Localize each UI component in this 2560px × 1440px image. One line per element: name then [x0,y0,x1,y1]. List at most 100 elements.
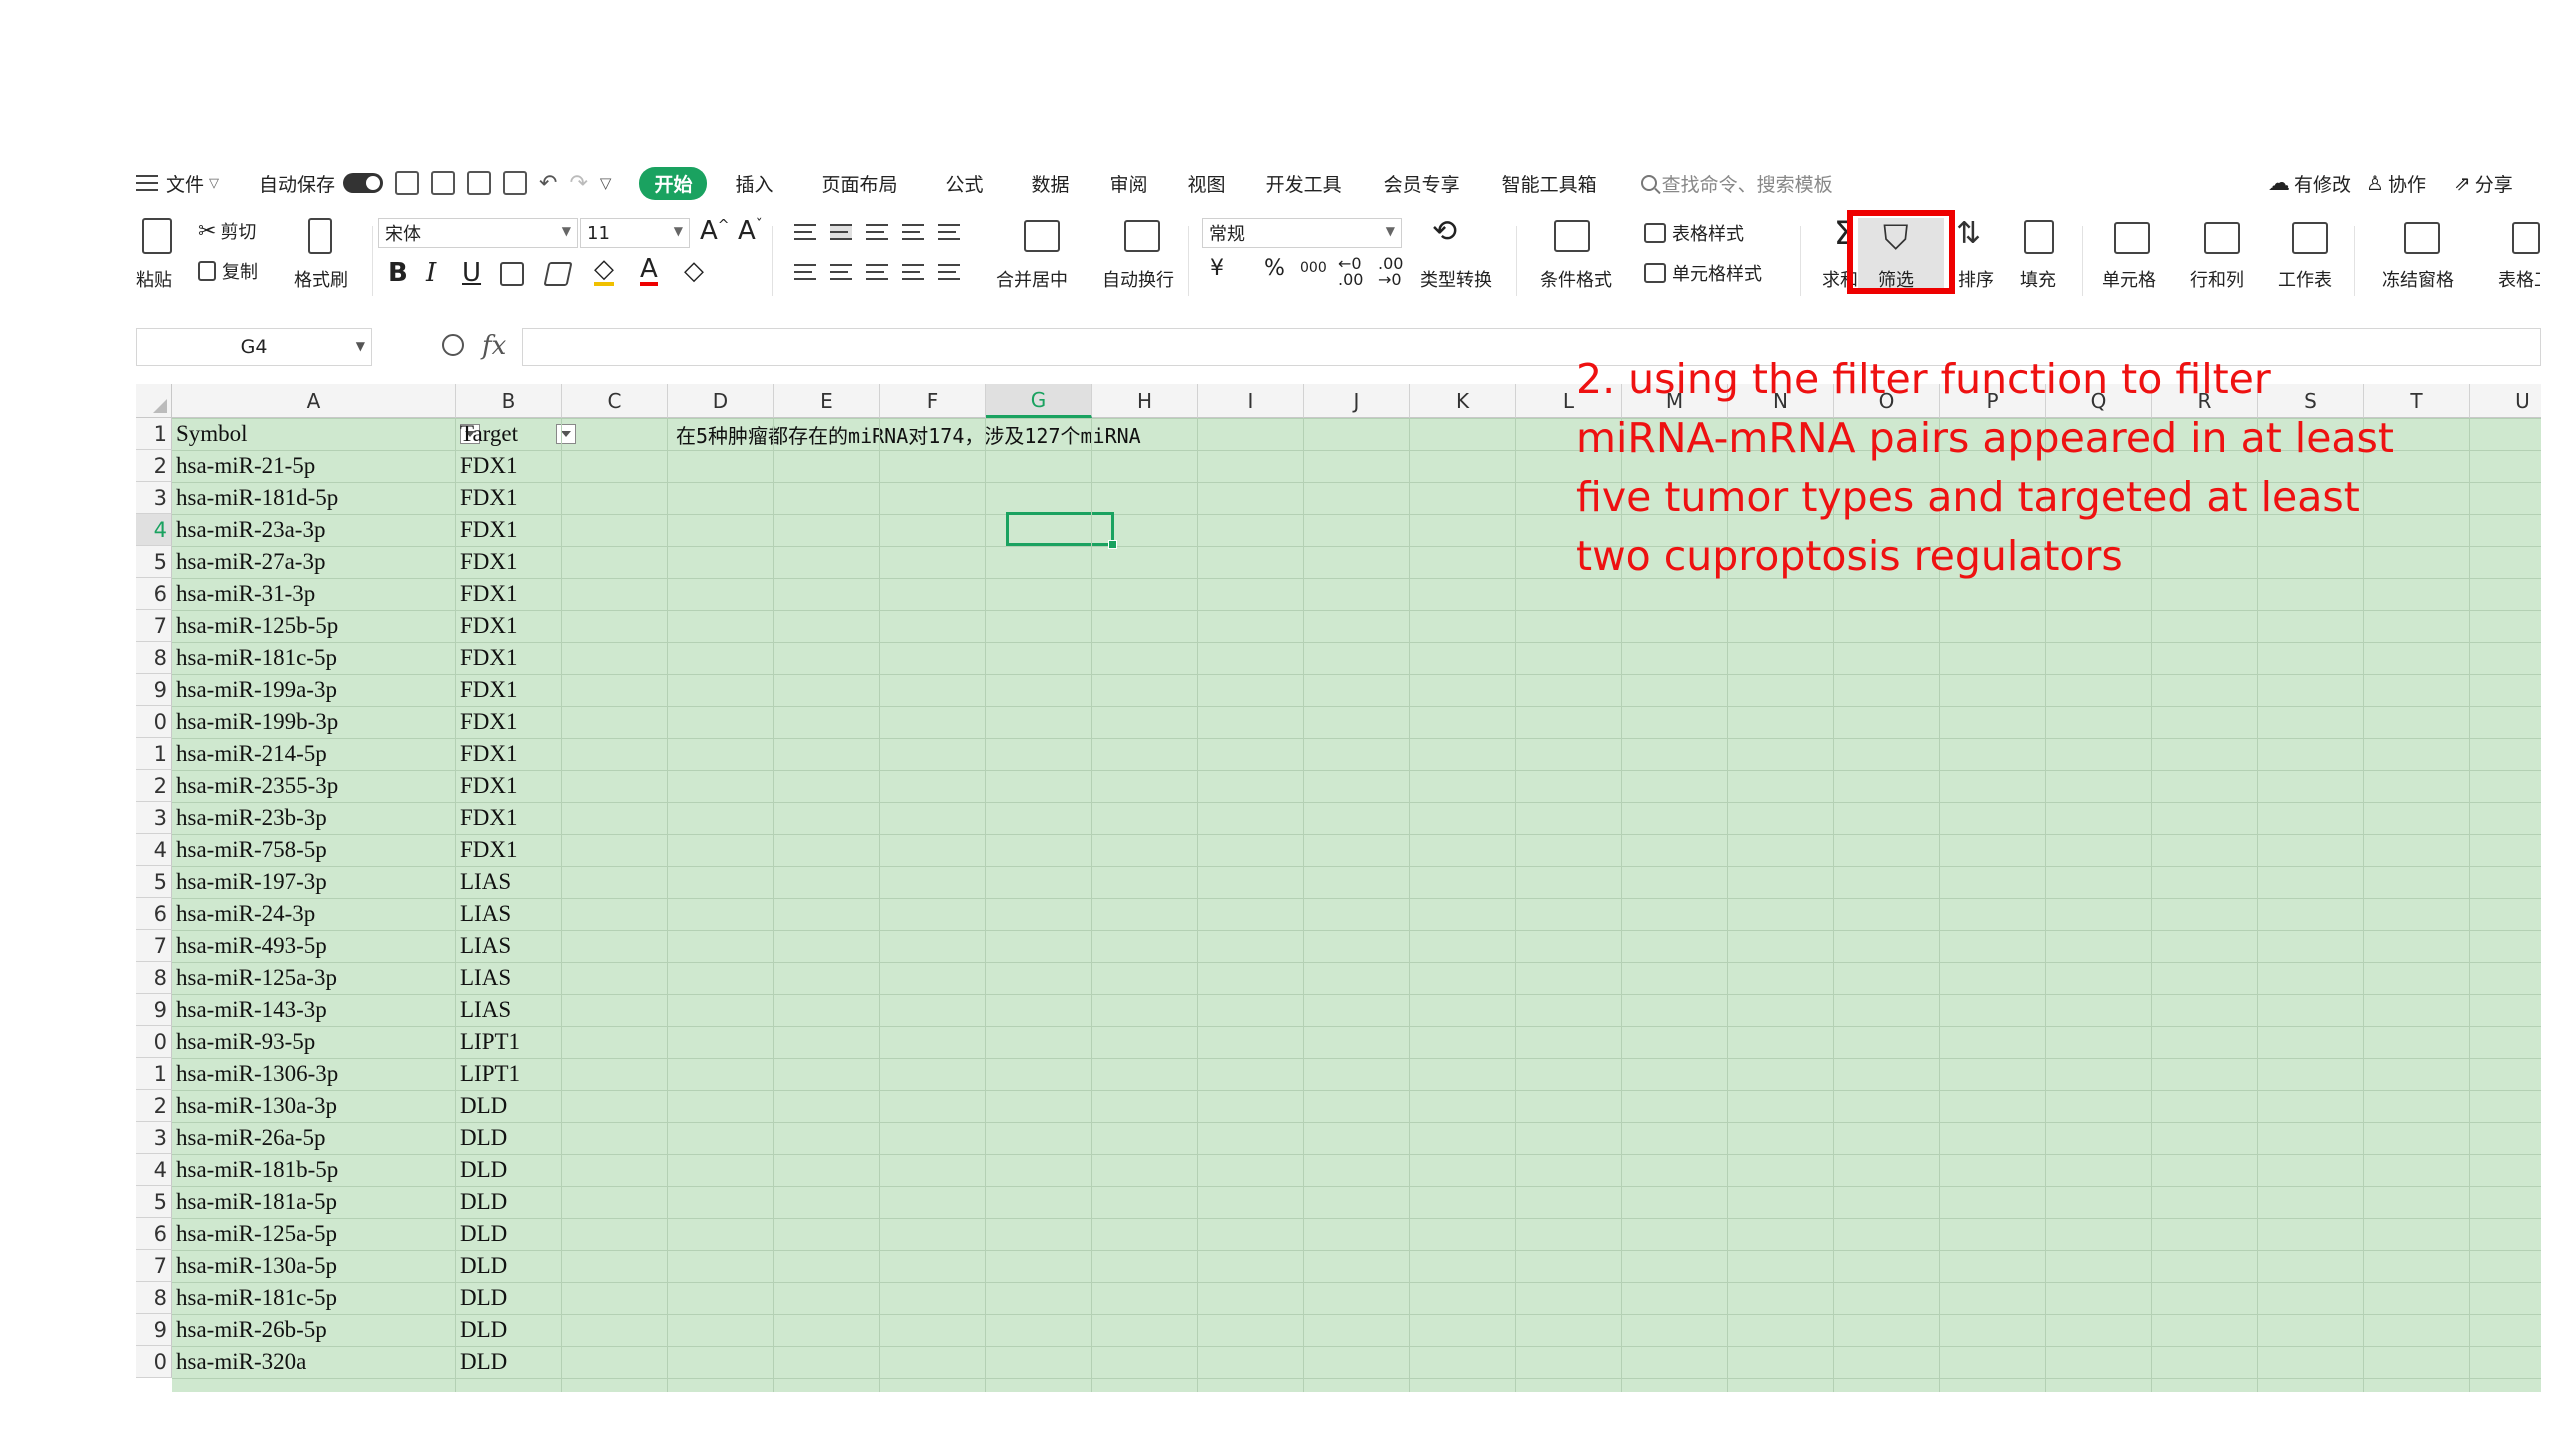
cell-symbol[interactable]: hsa-miR-199b-3p [172,706,338,738]
row-header[interactable]: 6 [136,1218,172,1250]
cell-symbol[interactable]: hsa-miR-27a-3p [172,546,325,578]
row-header[interactable]: 1 [136,1058,172,1090]
filter-dropdown-icon[interactable] [556,424,576,444]
row-header[interactable]: 6 [136,578,172,610]
cell-symbol[interactable]: hsa-miR-181d-5p [172,482,338,514]
table-tools-icon[interactable] [2512,222,2540,254]
cell-target[interactable]: LIPT1 [456,1026,520,1058]
cell-target[interactable]: FDX1 [456,802,518,834]
row-header[interactable]: 8 [136,1282,172,1314]
align-top-icon[interactable] [794,224,816,240]
redo-icon[interactable]: ↷ [569,171,587,196]
distribute-icon[interactable] [938,264,960,280]
row-header[interactable]: 1 [136,738,172,770]
align-right-icon[interactable] [866,264,888,280]
cell-symbol[interactable]: hsa-miR-143-3p [172,994,327,1026]
cell-symbol[interactable]: hsa-miR-214-5p [172,738,327,770]
select-all-corner[interactable] [136,384,172,418]
print-icon[interactable] [467,171,492,195]
borders-icon[interactable] [500,262,524,286]
row-header[interactable]: 8 [136,642,172,674]
row-header[interactable]: 2 [136,1090,172,1122]
align-bottom-icon[interactable] [866,224,888,240]
font-color-icon[interactable]: A [640,256,658,286]
row-header[interactable]: 9 [136,674,172,706]
tab-view[interactable]: 视图 [1188,170,1226,197]
cell-shading-icon[interactable] [543,262,573,286]
format-painter-label[interactable]: 格式刷 [294,266,348,292]
conditional-format-label[interactable]: 条件格式 [1540,266,1612,292]
row-header[interactable]: 5 [136,546,172,578]
worksheet-icon[interactable] [2292,222,2328,254]
copy-button[interactable]: 复制 [198,258,258,284]
cell-target[interactable]: FDX1 [456,578,518,610]
cell-target[interactable]: FDX1 [456,770,518,802]
column-header-i[interactable]: I [1198,384,1304,418]
increase-decimal-icon[interactable]: ←0.00 [1338,256,1363,288]
cell-target[interactable]: DLD [456,1154,507,1186]
row-header[interactable]: 9 [136,1314,172,1346]
column-header-a[interactable]: A [172,384,456,418]
row-header[interactable]: 5 [136,1186,172,1218]
row-header[interactable]: 0 [136,1026,172,1058]
wrap-text-label[interactable]: 自动换行 [1102,266,1174,292]
cell-symbol[interactable]: hsa-miR-125a-5p [172,1218,337,1250]
cell-target[interactable]: FDX1 [456,546,518,578]
cell-target[interactable]: DLD [456,1122,507,1154]
cell-symbol[interactable]: hsa-miR-21-5p [172,450,315,482]
row-header[interactable]: 3 [136,802,172,834]
tab-formulas[interactable]: 公式 [946,170,984,197]
cell-target[interactable]: DLD [456,1186,507,1218]
vertical-align-group[interactable] [794,224,974,240]
cell-symbol[interactable]: hsa-miR-2355-3p [172,770,338,802]
cell-symbol[interactable]: hsa-miR-26b-5p [172,1314,327,1346]
sort-label[interactable]: 排序 [1958,266,1994,292]
cell-symbol[interactable]: hsa-miR-24-3p [172,898,315,930]
type-convert-icon[interactable]: ⟲ [1432,214,1457,249]
cell-style-button[interactable]: 单元格样式 [1644,260,1762,286]
row-header[interactable]: 4 [136,834,172,866]
row-header[interactable]: 1 [136,418,172,450]
row-header[interactable]: 7 [136,1250,172,1282]
row-header[interactable]: 4 [136,1154,172,1186]
cell-symbol[interactable]: hsa-miR-181c-5p [172,1282,337,1314]
row-header[interactable]: 6 [136,898,172,930]
table-tools-label[interactable]: 表格工具 [2498,266,2540,292]
cell-b1[interactable]: Target [456,418,518,450]
conditional-format-icon[interactable] [1554,220,1590,252]
fill-icon[interactable] [2024,220,2054,254]
percent-button[interactable]: % [1264,256,1285,281]
column-header-j[interactable]: J [1304,384,1410,418]
cell-target[interactable]: FDX1 [456,706,518,738]
fill-label[interactable]: 填充 [2020,266,2056,292]
cell-symbol[interactable]: hsa-miR-93-5p [172,1026,315,1058]
cell-target[interactable]: DLD [456,1282,507,1314]
column-header-b[interactable]: B [456,384,562,418]
row-column-icon[interactable] [2204,222,2240,254]
tab-page-layout[interactable]: 页面布局 [821,170,897,197]
tab-start[interactable]: 开始 [639,166,708,200]
more-dropdown-icon[interactable]: ▽ [600,174,612,192]
print-preview-icon[interactable] [503,171,528,195]
row-header[interactable]: 3 [136,482,172,514]
command-search[interactable]: 查找命令、搜索模板 [1640,170,1833,197]
row-header[interactable]: 5 [136,866,172,898]
row-header[interactable]: 0 [136,706,172,738]
row-column-label[interactable]: 行和列 [2190,266,2244,292]
column-header-u[interactable]: U [2470,384,2541,418]
cell-symbol[interactable]: hsa-miR-181a-5p [172,1186,337,1218]
cell-target[interactable]: FDX1 [456,674,518,706]
paste-label[interactable]: 粘贴 [136,266,172,292]
cell-target[interactable]: LIAS [456,994,511,1026]
cell-symbol[interactable]: hsa-miR-320a [172,1346,306,1378]
cell-icon[interactable] [2114,222,2150,254]
decrease-decimal-icon[interactable]: .00 →0 [1378,256,1403,288]
column-header-g[interactable]: G [986,384,1092,418]
italic-button[interactable]: I [426,258,436,288]
row-header[interactable]: 0 [136,1346,172,1378]
cell-a1[interactable]: Symbol [172,418,248,450]
cell-target[interactable]: FDX1 [456,738,518,770]
align-left-icon[interactable] [794,264,816,280]
cell-symbol[interactable]: hsa-miR-758-5p [172,834,327,866]
align-center-icon[interactable] [830,264,852,280]
